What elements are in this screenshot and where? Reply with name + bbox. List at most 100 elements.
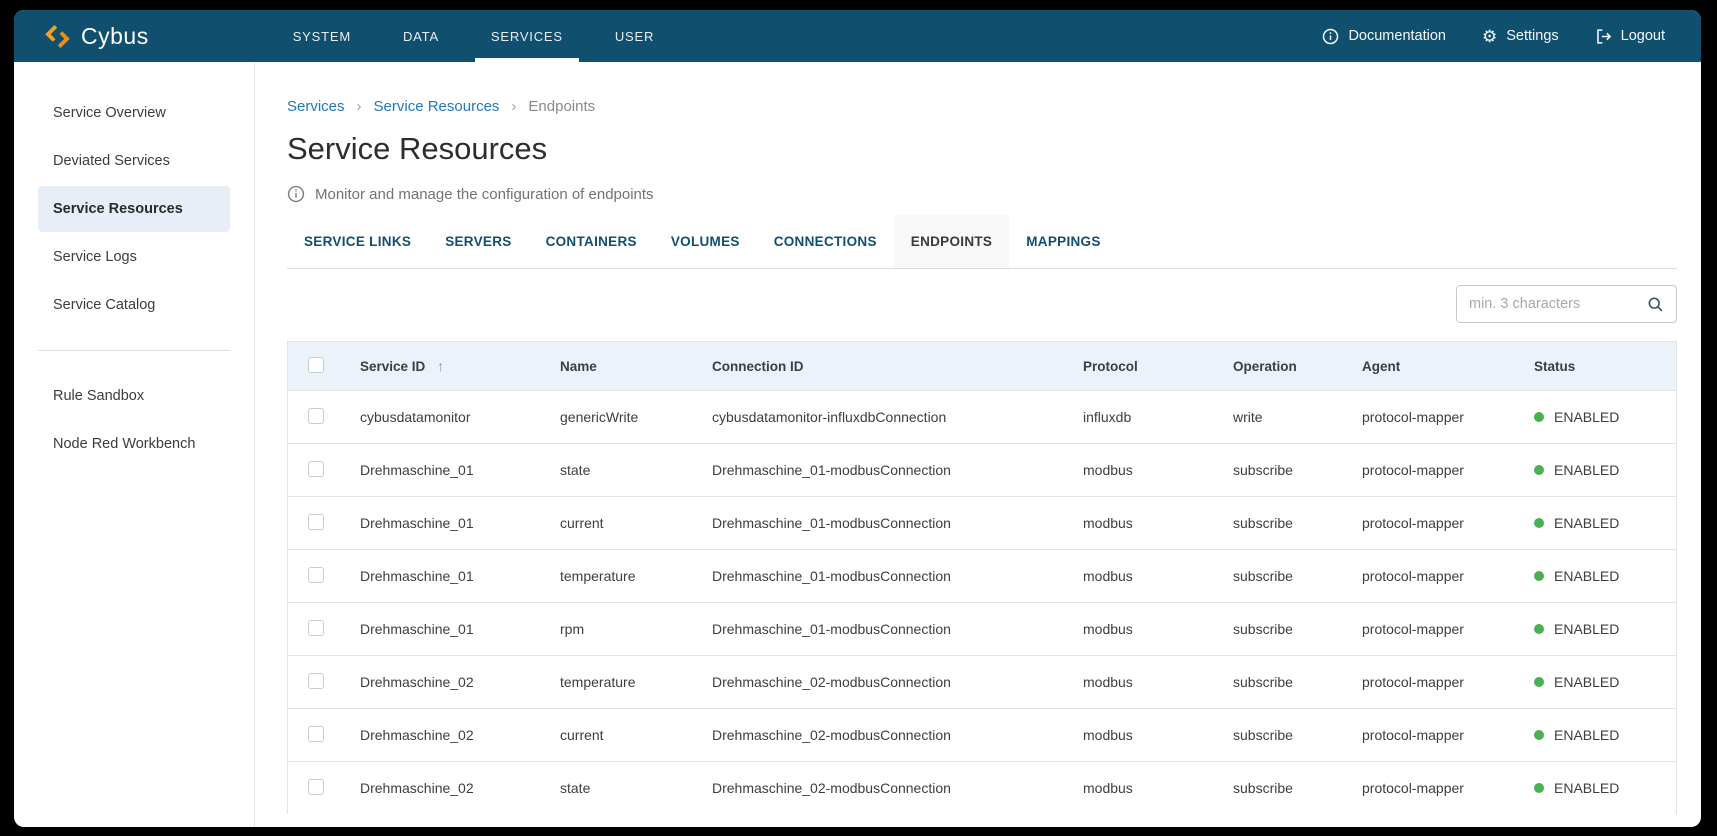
cell-protocol: modbus <box>1069 462 1219 478</box>
main-content: Services › Service Resources › Endpoints… <box>255 62 1701 827</box>
sidebar-item[interactable]: Service Logs <box>38 234 230 280</box>
sidebar: Service Overview Deviated Services Servi… <box>14 62 255 827</box>
cell-service-id: Drehmaschine_01 <box>346 462 546 478</box>
tab[interactable]: SERVICE LINKS <box>287 215 428 268</box>
tab[interactable]: SERVERS <box>428 215 528 268</box>
status-dot-icon <box>1534 571 1544 581</box>
sidebar-item-label: Node Red Workbench <box>53 436 195 452</box>
row-checkbox[interactable] <box>308 726 324 742</box>
sidebar-item-label: Rule Sandbox <box>53 388 144 404</box>
breadcrumb: Services › Service Resources › Endpoints <box>287 98 1677 115</box>
tab[interactable]: ENDPOINTS <box>894 215 1009 268</box>
status-badge: ENABLED <box>1554 727 1619 743</box>
brand-logo[interactable]: Cybus <box>44 10 149 62</box>
tab[interactable]: CONNECTIONS <box>757 215 894 268</box>
status-badge: ENABLED <box>1554 674 1619 690</box>
cell-protocol: modbus <box>1069 515 1219 531</box>
status-dot-icon <box>1534 465 1544 475</box>
cell-status: ENABLED <box>1520 462 1676 478</box>
sidebar-item[interactable]: Rule Sandbox <box>38 373 230 419</box>
cell-protocol: modbus <box>1069 568 1219 584</box>
table-row[interactable]: Drehmaschine_01 rpm Drehmaschine_01-modb… <box>288 602 1676 655</box>
breadcrumb-link-services[interactable]: Services <box>287 98 345 115</box>
table-body: cybusdatamonitor genericWrite cybusdatam… <box>288 390 1676 814</box>
cell-agent: protocol-mapper <box>1348 462 1520 478</box>
cell-protocol: influxdb <box>1069 409 1219 425</box>
table-row[interactable]: Drehmaschine_02 temperature Drehmaschine… <box>288 655 1676 708</box>
column-header-protocol[interactable]: Protocol <box>1069 359 1219 374</box>
cell-operation: subscribe <box>1219 780 1348 796</box>
cell-name: temperature <box>546 674 698 690</box>
settings-button[interactable]: ⚙ Settings <box>1482 28 1559 45</box>
table-row[interactable]: Drehmaschine_01 temperature Drehmaschine… <box>288 549 1676 602</box>
cell-protocol: modbus <box>1069 780 1219 796</box>
sidebar-primary-group: Service Overview Deviated Services Servi… <box>14 90 254 328</box>
nav-menu-item-label: DATA <box>403 29 439 44</box>
sort-ascending-icon[interactable]: ↑ <box>437 358 444 374</box>
logout-button[interactable]: Logout <box>1595 28 1665 45</box>
documentation-button[interactable]: Documentation <box>1322 28 1446 45</box>
column-header-operation[interactable]: Operation <box>1219 359 1348 374</box>
column-header-agent[interactable]: Agent <box>1348 359 1520 374</box>
cell-agent: protocol-mapper <box>1348 780 1520 796</box>
page-title: Service Resources <box>287 131 1677 167</box>
row-checkbox[interactable] <box>308 514 324 530</box>
logout-label: Logout <box>1621 28 1665 44</box>
status-badge: ENABLED <box>1554 780 1619 796</box>
main-nav-menu: SYSTEM DATA SERVICES USER <box>267 10 680 62</box>
column-header-status[interactable]: Status <box>1520 359 1676 374</box>
sidebar-item[interactable]: Service Catalog <box>38 282 230 328</box>
nav-menu-item[interactable]: SERVICES <box>465 10 589 62</box>
tab-label: CONNECTIONS <box>774 234 877 249</box>
cell-status: ENABLED <box>1520 409 1676 425</box>
breadcrumb-link-service-resources[interactable]: Service Resources <box>374 98 500 115</box>
table-row[interactable]: Drehmaschine_02 current Drehmaschine_02-… <box>288 708 1676 761</box>
cell-status: ENABLED <box>1520 515 1676 531</box>
table-row[interactable]: cybusdatamonitor genericWrite cybusdatam… <box>288 390 1676 443</box>
cell-status: ENABLED <box>1520 621 1676 637</box>
cell-agent: protocol-mapper <box>1348 568 1520 584</box>
tab[interactable]: MAPPINGS <box>1009 215 1117 268</box>
row-checkbox[interactable] <box>308 567 324 583</box>
cell-operation: subscribe <box>1219 674 1348 690</box>
status-badge: ENABLED <box>1554 515 1619 531</box>
table-row[interactable]: Drehmaschine_01 state Drehmaschine_01-mo… <box>288 443 1676 496</box>
row-checkbox[interactable] <box>308 620 324 636</box>
search-icon <box>1647 296 1664 313</box>
status-badge: ENABLED <box>1554 621 1619 637</box>
cell-agent: protocol-mapper <box>1348 674 1520 690</box>
cybus-logo-icon <box>44 23 71 50</box>
row-checkbox[interactable] <box>308 461 324 477</box>
table-row[interactable]: Drehmaschine_01 current Drehmaschine_01-… <box>288 496 1676 549</box>
nav-menu-item[interactable]: SYSTEM <box>267 10 377 62</box>
column-header-service-id[interactable]: Service ID ↑ <box>346 358 546 374</box>
cell-service-id: cybusdatamonitor <box>346 409 546 425</box>
row-checkbox[interactable] <box>308 779 324 795</box>
cell-connection-id: Drehmaschine_01-modbusConnection <box>698 462 1069 478</box>
sidebar-item-label: Deviated Services <box>53 153 170 169</box>
row-checkbox[interactable] <box>308 673 324 689</box>
search-input[interactable] <box>1469 296 1647 312</box>
sidebar-secondary-group: Rule Sandbox Node Red Workbench <box>14 373 254 467</box>
tab[interactable]: CONTAINERS <box>529 215 654 268</box>
sidebar-item[interactable]: Service Overview <box>38 90 230 136</box>
cell-protocol: modbus <box>1069 621 1219 637</box>
search-box[interactable] <box>1456 285 1677 323</box>
column-header-connection-id[interactable]: Connection ID <box>698 359 1069 374</box>
sidebar-item[interactable]: Deviated Services <box>38 138 230 184</box>
sidebar-item[interactable]: Node Red Workbench <box>38 421 230 467</box>
cell-operation: subscribe <box>1219 621 1348 637</box>
cell-name: rpm <box>546 621 698 637</box>
cell-operation: write <box>1219 409 1348 425</box>
nav-menu-item[interactable]: USER <box>589 10 680 62</box>
column-header-name[interactable]: Name <box>546 359 698 374</box>
sidebar-item[interactable]: Service Resources <box>38 186 230 232</box>
cell-name: state <box>546 780 698 796</box>
sidebar-item-label: Service Overview <box>53 105 166 121</box>
select-all-checkbox[interactable] <box>308 357 324 373</box>
row-checkbox[interactable] <box>308 408 324 424</box>
tab[interactable]: VOLUMES <box>654 215 757 268</box>
tab-label: CONTAINERS <box>546 234 637 249</box>
nav-menu-item[interactable]: DATA <box>377 10 465 62</box>
table-row[interactable]: Drehmaschine_02 state Drehmaschine_02-mo… <box>288 761 1676 814</box>
